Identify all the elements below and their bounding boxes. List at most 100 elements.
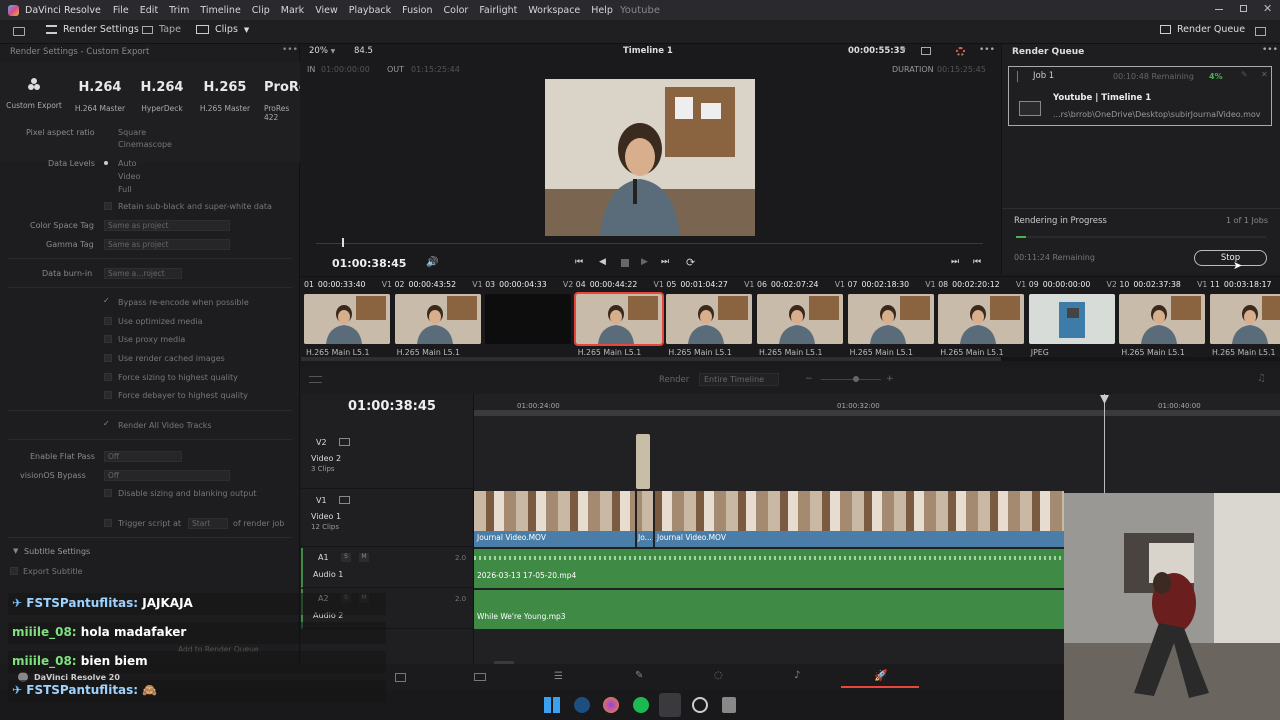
minimize-icon[interactable] — [1215, 9, 1223, 10]
menu-playback[interactable]: Playback — [349, 5, 391, 16]
menu-file[interactable]: File — [113, 5, 129, 16]
menu-mark[interactable]: Mark — [281, 5, 304, 16]
more-options-icon[interactable]: ••• — [1262, 45, 1278, 55]
cut-page-icon[interactable] — [474, 673, 486, 681]
stop-button[interactable]: Stop — [1194, 250, 1267, 266]
prev-edit-icon[interactable]: ⏮ — [973, 257, 981, 267]
color-picker-icon[interactable] — [956, 47, 965, 56]
flat-pass-dropdown[interactable]: Off — [104, 451, 182, 462]
export-subtitle-checkbox[interactable] — [10, 567, 18, 575]
clips-button[interactable]: Clips ▼ — [196, 24, 249, 35]
chevron-down-icon[interactable]: ▼ — [901, 47, 906, 54]
monitor-icon[interactable] — [13, 27, 25, 36]
spotify-icon[interactable] — [633, 697, 649, 713]
mute-button[interactable]: M — [359, 553, 369, 562]
fairlight-page-icon[interactable]: ♪ — [794, 670, 800, 681]
track-v1[interactable]: V1 Video 1 12 Clips — [301, 490, 474, 547]
visionos-dropdown[interactable]: Off — [104, 470, 230, 481]
deliver-page-icon[interactable]: 🚀 — [874, 669, 888, 682]
radio-selected-icon[interactable] — [104, 161, 108, 165]
media-page-icon[interactable] — [395, 673, 406, 682]
edit-icon[interactable]: ✎ — [1241, 70, 1248, 79]
render-range-dropdown[interactable]: Entire Timeline — [699, 373, 779, 386]
clip-thumbnail[interactable]: 04 00:00:44:22 V1 H.265 Main L5.1 — [573, 280, 666, 360]
firefox-icon[interactable] — [603, 697, 619, 713]
video-option[interactable]: Video — [118, 172, 140, 181]
resolve-taskbar-icon[interactable] — [659, 693, 681, 717]
clip-thumbnail[interactable]: 09 00:00:00:00 V2 JPEG — [1028, 280, 1119, 360]
gamma-dropdown[interactable]: Same as project — [104, 239, 230, 250]
optimized-checkbox[interactable] — [104, 317, 112, 325]
sizing-checkbox[interactable] — [104, 373, 112, 381]
clip-thumbnail[interactable]: 10 00:02:37:38 V1 H.265 Main L5.1 — [1119, 280, 1209, 360]
preset-h265-master[interactable]: H.265 H.265 Master — [193, 62, 257, 113]
edit-page-icon[interactable]: ☰ — [554, 671, 563, 682]
playhead-marker-icon[interactable] — [1100, 395, 1109, 404]
debayer-checkbox[interactable] — [104, 391, 112, 399]
cached-checkbox[interactable] — [104, 354, 112, 362]
clip-thumbnail[interactable]: 06 00:02:07:24 V1 H.265 Main L5.1 — [757, 280, 847, 360]
cinemascope-option[interactable]: Cinemascope — [118, 140, 172, 149]
zoom-out-icon[interactable]: − — [805, 374, 813, 384]
zoom-dropdown[interactable]: 20% ▼ — [309, 46, 335, 56]
auto-option[interactable]: Auto — [118, 159, 137, 168]
menu-timeline[interactable]: Timeline — [200, 5, 240, 16]
preset-h264-master[interactable]: H.264 H.264 Master — [68, 62, 132, 113]
a2-clip[interactable]: While We're Young.mp3 — [474, 590, 1064, 629]
more-options-icon[interactable]: ••• — [282, 45, 298, 55]
viewer-options-icon[interactable] — [921, 47, 931, 55]
zoom-slider-handle[interactable] — [853, 376, 859, 382]
retain-checkbox[interactable] — [104, 202, 112, 210]
timeline-options-icon[interactable] — [309, 376, 322, 383]
burnin-dropdown[interactable]: Same a...roject — [104, 268, 182, 279]
square-option[interactable]: Square — [118, 128, 146, 137]
timeline-playhead[interactable] — [1104, 394, 1105, 494]
clip-thumbnail[interactable]: 05 00:01:04:27 V1 H.265 Main L5.1 — [666, 280, 756, 360]
check-icon[interactable]: ✓ — [103, 419, 110, 428]
trigger-dropdown[interactable]: Start — [188, 518, 228, 529]
scrubber-playhead[interactable] — [342, 238, 344, 247]
go-to-end-icon[interactable]: ⏭ — [661, 257, 669, 267]
menu-help[interactable]: Help — [591, 5, 613, 16]
menu-fusion[interactable]: Fusion — [402, 5, 432, 16]
next-edit-icon[interactable]: ⏭ — [951, 257, 959, 267]
go-to-start-icon[interactable]: ⏮ — [575, 257, 583, 267]
volume-icon[interactable]: 🔊 — [426, 257, 438, 268]
steam-icon[interactable] — [574, 697, 590, 713]
scrubber-bar[interactable] — [316, 243, 983, 244]
clip-thumbnail[interactable]: 08 00:02:20:12 V1 H.265 Main L5.1 — [938, 280, 1028, 360]
tape-button[interactable]: Tape — [142, 24, 181, 35]
obs-icon[interactable] — [692, 697, 708, 713]
audio-icon[interactable]: ♫ — [1257, 373, 1266, 384]
a1-clip[interactable]: 2026-03-13 17-05-20.mp4 — [474, 549, 1064, 588]
timeline-name[interactable]: Timeline 1 — [623, 46, 673, 56]
zoom-in-icon[interactable]: + — [886, 374, 894, 384]
menu-workspace[interactable]: Workspace — [528, 5, 580, 16]
subtitle-settings-header[interactable]: Subtitle Settings — [24, 547, 90, 556]
render-settings-button[interactable]: Render Settings — [46, 24, 139, 35]
clips-scrollbar[interactable] — [301, 357, 1280, 361]
preset-custom-export[interactable]: Custom Export — [2, 62, 66, 110]
play-reverse-icon[interactable]: ◀ — [599, 257, 606, 267]
menu-view[interactable]: View — [315, 5, 338, 16]
zoom-slider[interactable] — [821, 379, 881, 380]
clip-thumbnail[interactable]: 01 00:00:33:40 V1 H.265 Main L5.1 — [304, 280, 394, 360]
panel-toggle-icon[interactable] — [1255, 27, 1266, 36]
timeline-ruler[interactable] — [474, 410, 1280, 416]
preset-prores[interactable]: ProReProRes 422 — [254, 62, 300, 122]
check-icon[interactable]: ✓ — [103, 296, 110, 305]
trigger-checkbox[interactable] — [104, 519, 112, 527]
close-icon[interactable]: ✕ — [1261, 70, 1268, 79]
clip-thumbnail[interactable]: 11 00:03:18:17 H.265 Main L5.1 — [1210, 280, 1280, 360]
proxy-checkbox[interactable] — [104, 335, 112, 343]
fusion-page-icon[interactable]: ✎ — [635, 670, 643, 681]
menu-fairlight[interactable]: Fairlight — [479, 5, 517, 16]
track-v2[interactable]: V2 Video 2 3 Clips — [301, 432, 474, 489]
menu-clip[interactable]: Clip — [252, 5, 270, 16]
clip-thumbnail[interactable]: 03 00:00:04:33 V2 — [485, 280, 575, 360]
loop-icon[interactable]: ⟳ — [686, 256, 695, 269]
render-queue-button[interactable]: Render Queue — [1160, 24, 1245, 35]
full-option[interactable]: Full — [118, 185, 132, 194]
preset-hyperdeck[interactable]: H.264 HyperDeck — [130, 62, 194, 113]
clip-thumbnail[interactable]: 02 00:00:43:52 V1 H.265 Main L5.1 — [394, 280, 485, 360]
